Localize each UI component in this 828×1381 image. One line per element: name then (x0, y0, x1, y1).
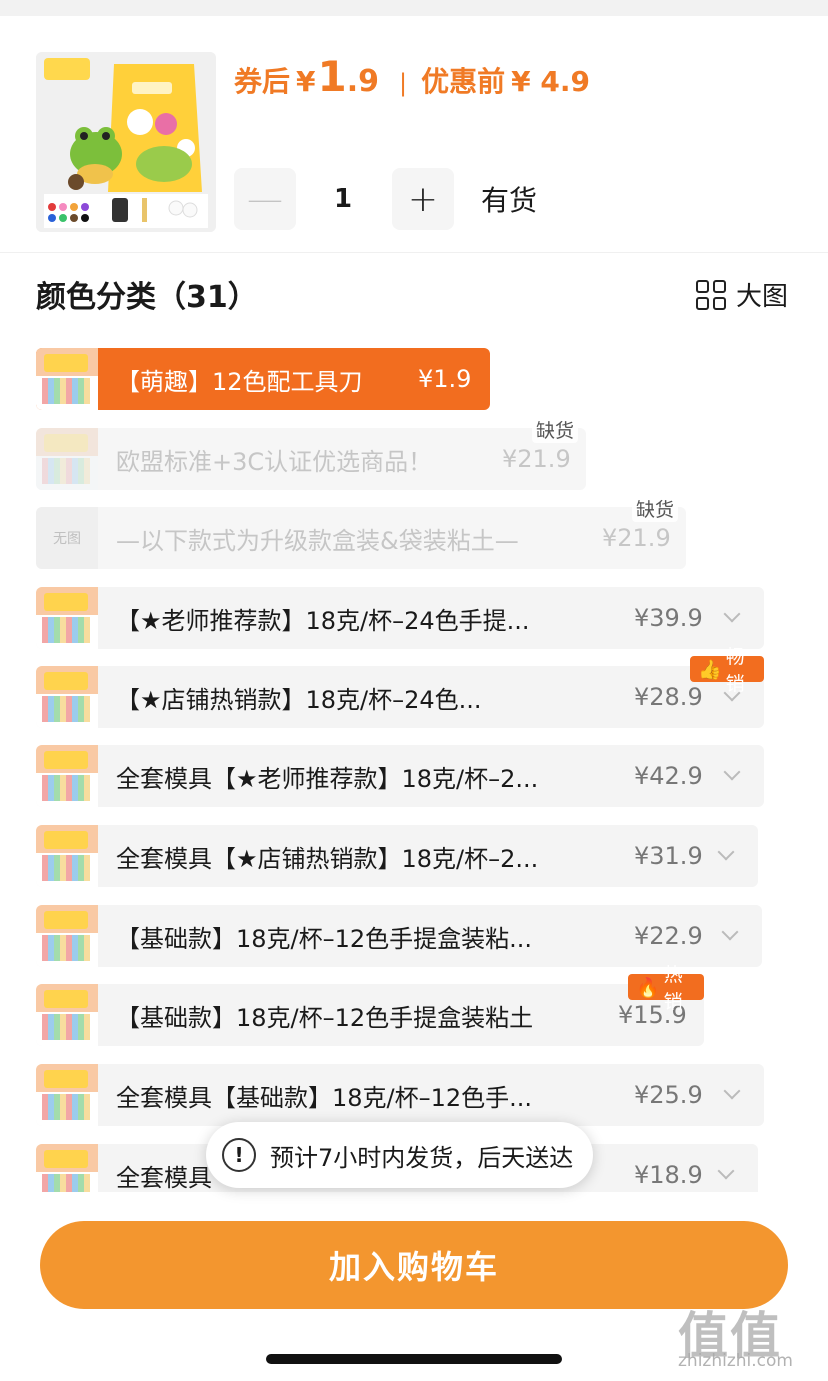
option-name: 【基础款】18克/杯–12色手提盒装粘土 (116, 1003, 534, 1032)
coupon-price-decimal: .9 (346, 64, 380, 99)
delivery-toast-text: 预计7小时内发货，后天送达 (270, 1143, 574, 1172)
option-thumbnail (36, 1064, 98, 1126)
chevron-down-icon[interactable] (721, 923, 739, 941)
option-name: 全套模具【★店铺热销款】18克/杯–2... (116, 844, 539, 873)
price-separator: | (399, 69, 408, 97)
hot-sale-badge: 🔥 热销 (628, 964, 704, 1013)
option-price: ¥39.9 (634, 604, 703, 632)
option-name: 【★店铺热销款】18克/杯–24色... (116, 685, 482, 714)
divider (0, 252, 828, 253)
info-icon: ! (222, 1138, 256, 1172)
chevron-down-icon[interactable] (717, 843, 735, 861)
option-thumbnail (36, 745, 98, 807)
option-name: 全套模具【★老师推荐款】18克/杯–2... (116, 764, 539, 793)
option-price: ¥18.9 (634, 1161, 703, 1189)
thumbs-up-icon: 👍 (698, 658, 722, 681)
quantity-value[interactable]: 1 (312, 168, 374, 230)
chevron-down-icon[interactable] (717, 1162, 735, 1180)
option-price: ¥1.9 (418, 365, 472, 393)
option-price: ¥21.9 (502, 445, 571, 473)
product-image[interactable] (36, 52, 216, 232)
option-item[interactable]: 【基础款】18克/杯–12色手提盒装粘... ¥22.9 (36, 905, 762, 967)
option-name: 全套模具【基础款】18克/杯–12色手... (116, 1083, 533, 1112)
option-item[interactable]: 全套模具【★老师推荐款】18克/杯–2... ¥42.9 (36, 745, 764, 807)
option-thumbnail (36, 428, 98, 490)
no-image-label: 无图 (36, 507, 98, 569)
out-of-stock-tag: 缺货 (532, 416, 579, 443)
price-line: 券后 ¥ 1 .9 | 优惠前 ¥ 4.9 (234, 52, 590, 104)
chevron-down-icon[interactable] (723, 1082, 741, 1100)
option-item[interactable]: 无图 —以下款式为升级款盒装&袋装粘土— ¥21.9 缺货 (36, 495, 686, 569)
coupon-price-label: 券后 (234, 65, 291, 98)
option-item[interactable]: 【★老师推荐款】18克/杯–24色手提... ¥39.9 (36, 587, 764, 649)
currency-symbol: ¥ (296, 65, 316, 98)
top-strip (0, 0, 828, 16)
option-price: ¥28.9 (634, 683, 703, 711)
option-price: ¥42.9 (634, 762, 703, 790)
option-thumbnail (36, 666, 98, 728)
quantity-increase-button[interactable]: + (392, 168, 454, 230)
bestseller-badge: 👍 畅销 (690, 646, 764, 695)
option-item[interactable]: 全套模具【基础款】18克/杯–12色手... ¥25.9 (36, 1064, 764, 1126)
option-item[interactable]: 【萌趣】12色配工具刀 ¥1.9 (36, 348, 490, 410)
option-name: 【基础款】18克/杯–12色手提盒装粘... (116, 924, 533, 953)
delivery-toast: ! 预计7小时内发货，后天送达 (206, 1122, 594, 1188)
option-name: —以下款式为升级款盒装&袋装粘土— (116, 526, 519, 555)
option-name: 【萌趣】12色配工具刀 (116, 367, 363, 396)
option-price: ¥31.9 (634, 842, 703, 870)
option-price: ¥21.9 (602, 524, 671, 552)
option-item[interactable]: 欧盟标准+3C认证优选商品！ ¥21.9 缺货 (36, 416, 586, 490)
option-thumbnail: 无图 (36, 507, 98, 569)
original-price-label: 优惠前 (421, 65, 506, 98)
grid-icon (696, 279, 726, 310)
option-item[interactable]: 【★店铺热销款】18克/杯–24色... ¥28.9 👍 畅销 (36, 646, 764, 728)
option-thumbnail (36, 984, 98, 1046)
watermark-url: zhizhizhi.com (678, 1351, 793, 1371)
large-view-toggle[interactable]: 大图 (696, 276, 788, 313)
chevron-down-icon[interactable] (723, 763, 741, 781)
out-of-stock-tag: 缺货 (632, 495, 679, 522)
coupon-price-integer: 1 (317, 52, 347, 101)
original-price: ¥ 4.9 (511, 65, 590, 98)
large-view-label: 大图 (736, 282, 789, 312)
option-thumbnail (36, 825, 98, 887)
flame-icon: 🔥 (636, 976, 660, 999)
option-price: ¥22.9 (634, 922, 703, 950)
home-indicator[interactable] (266, 1354, 562, 1364)
option-item[interactable]: 全套模具【★店铺热销款】18克/杯–2... ¥31.9 (36, 825, 758, 887)
option-item[interactable]: 【基础款】18克/杯–12色手提盒装粘土 ¥15.9 🔥 热销 (36, 964, 704, 1046)
option-name: 欧盟标准+3C认证优选商品！ (116, 447, 433, 476)
option-thumbnail (36, 905, 98, 967)
color-category-title: 颜色分类（31） (36, 280, 258, 315)
stock-status: 有货 (481, 184, 538, 217)
option-thumbnail (36, 587, 98, 649)
option-name: 【★老师推荐款】18克/杯–24色手提... (116, 606, 530, 635)
option-thumbnail (36, 348, 98, 410)
chevron-down-icon[interactable] (723, 605, 741, 623)
option-price: ¥25.9 (634, 1081, 703, 1109)
add-to-cart-button[interactable]: 加入购物车 (40, 1221, 788, 1309)
quantity-decrease-button[interactable]: — (234, 168, 296, 230)
